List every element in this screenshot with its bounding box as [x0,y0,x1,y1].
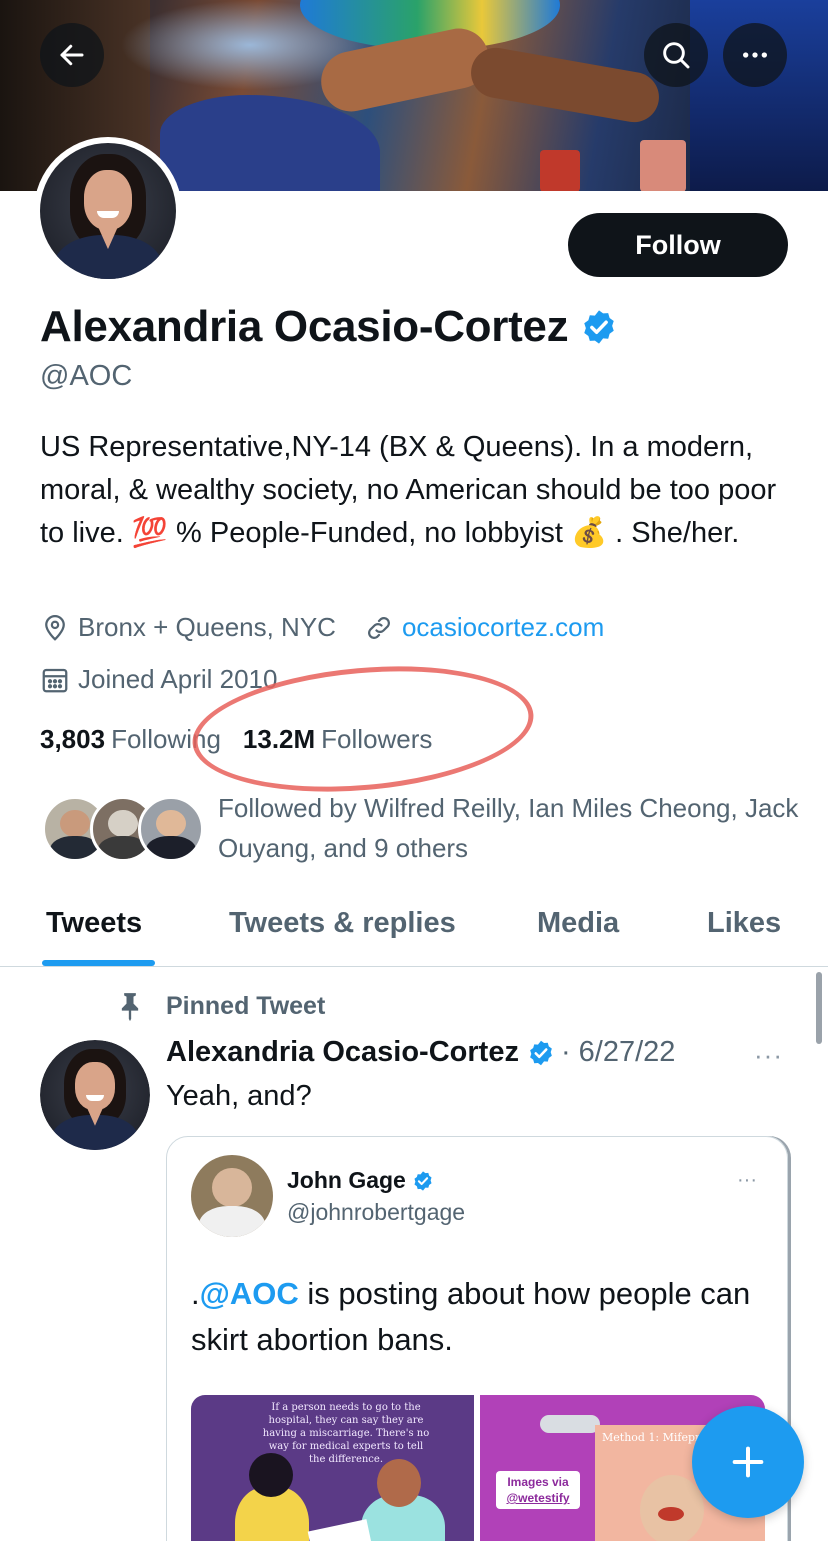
banner-shape [467,43,663,127]
more-button[interactable] [723,23,787,87]
avatar-part [108,809,138,838]
joined-item: Joined April 2010 [40,664,277,695]
joined-text: Joined April 2010 [78,664,278,694]
illustration-shape [307,1519,375,1541]
avatar-image [40,143,176,279]
verified-badge-icon [412,1170,434,1192]
banner-shape [540,150,580,191]
avatar-part [97,211,119,218]
illustration-shape [540,1415,600,1433]
mention-link: @AOC [199,1276,299,1311]
pin-icon [121,993,139,1022]
back-button[interactable] [40,23,104,87]
image-credit-label: Images via @wetestify [496,1471,580,1509]
avatar-image [40,1040,150,1150]
avatar-part [212,1168,252,1208]
illustration-shape [249,1453,293,1497]
quoted-author-name: John Gage [287,1167,406,1193]
avatar-part [199,1205,265,1237]
followed-by-avatars[interactable] [42,796,204,864]
tab-tweets[interactable]: Tweets [46,880,142,966]
profile-avatar[interactable] [34,137,182,285]
quoted-image-1: If a person needs to go to the hospital,… [191,1395,474,1541]
verified-badge-icon[interactable] [580,308,618,346]
quoted-author-handle: @johnrobertgage [287,1199,466,1225]
website-item[interactable]: ocasiocortez.com [364,612,604,643]
tweet-more-icon[interactable]: ··· [754,1040,783,1071]
followed-by-text[interactable]: Followed by Wilfred Reilly, Ian Miles Ch… [218,788,808,868]
more-horizontal-icon [743,52,767,58]
profile-name: Alexandria Ocasio-Cortez [40,302,569,351]
tab-likes[interactable]: Likes [707,880,781,966]
follow-button[interactable]: Follow [568,213,788,277]
avatar-part [75,1062,115,1111]
avatar-part [145,836,197,859]
location-item: Bronx + Queens, NYC [40,612,336,643]
tweet-date[interactable]: · 6/27/22 [561,1036,675,1069]
search-icon [663,42,690,69]
location-pin-icon [45,614,65,641]
profile-meta: Bronx + Queens, NYC ocasiocortez.com [40,612,632,643]
website-link[interactable]: ocasiocortez.com [402,612,604,643]
tweet-author-name[interactable]: Alexandria Ocasio-Cortez [166,1036,519,1069]
scrollbar[interactable] [816,972,822,1044]
avatar-part [156,809,186,838]
avatar-part [60,809,90,838]
pinned-tweet-label: Pinned Tweet [116,990,325,1022]
calendar-icon [42,668,68,692]
compose-tweet-button[interactable] [692,1406,804,1518]
avatar-part [83,170,133,231]
quoted-text-prefix: . [191,1276,200,1311]
profile-name-row: Alexandria Ocasio-Cortez [40,302,618,352]
image-credit-handle: @wetestify [506,1491,570,1505]
tweet-header: Alexandria Ocasio-Cortez · 6/27/22 [166,1036,675,1069]
tweet-author-avatar[interactable] [40,1040,150,1150]
profile-tabs: Tweets Tweets & replies Media Likes [0,880,828,967]
tab-media[interactable]: Media [537,880,619,966]
follower-avatar [138,796,204,862]
tweet-text: Yeah, and? [166,1080,312,1112]
compose-plus-icon [732,1446,764,1478]
following-count: 3,803 [40,724,106,754]
illustration-shape [377,1459,421,1507]
pinned-text: Pinned Tweet [166,991,326,1020]
illustration-shape [658,1507,684,1521]
verified-badge-icon [527,1039,555,1067]
arrow-left-icon [60,44,84,66]
image-caption: If a person needs to go to the hospital,… [262,1402,430,1465]
active-tab-indicator [42,960,155,966]
avatar-part [86,1095,104,1101]
quoted-author-avatar [191,1155,273,1237]
quoted-author-row: John Gage [287,1167,434,1194]
profile-handle: @AOC [40,360,133,392]
profile-bio: US Representative,NY-14 (BX & Queens). I… [40,431,777,549]
banner-shape [640,140,686,191]
quoted-more-icon: ··· [737,1169,757,1191]
search-button[interactable] [644,23,708,87]
location-text: Bronx + Queens, NYC [78,612,336,642]
tab-tweets-replies[interactable]: Tweets & replies [229,880,456,966]
image-credit-line: Images via [507,1475,569,1489]
quoted-tweet-text: .@AOC is posting about how people can sk… [191,1271,771,1363]
link-icon [367,616,390,639]
